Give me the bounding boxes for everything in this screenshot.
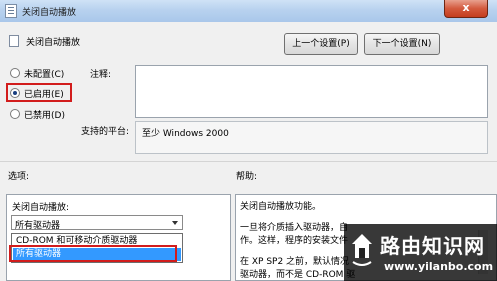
help-line: 在 XP SP2 之前，默认情况	[240, 257, 350, 267]
help-line: 驱动器，而不是 CD-ROM 驱	[240, 270, 356, 280]
radio-circle[interactable]	[10, 109, 20, 119]
chevron-down-icon[interactable]	[172, 221, 178, 225]
autoplay-field-label: 关闭自动播放:	[12, 203, 70, 213]
help-line: 关闭自动播放功能。	[240, 202, 322, 212]
dropdown-highlight-box	[9, 245, 177, 262]
watermark-title: 路由知识网	[380, 234, 485, 258]
options-pane: 关闭自动播放: 所有驱动器 CD-ROM 和可移动介质驱动器 所有驱动器	[6, 194, 231, 281]
platform-label: 支持的平台:	[81, 127, 130, 137]
setting-name: 关闭自动播放	[26, 38, 81, 48]
help-line: 作。这样，程序的安装文件	[240, 236, 349, 246]
options-section-label: 选项:	[8, 172, 30, 182]
app-icon	[5, 4, 17, 18]
title-bar: 关闭自动播放 x	[0, 0, 497, 22]
next-setting-button[interactable]: 下一个设置(N)	[364, 33, 440, 55]
close-button[interactable]: x	[444, 0, 488, 18]
enabled-highlight-box	[6, 83, 72, 102]
help-section-label: 帮助:	[236, 172, 258, 182]
watermark-url: www.yilanbo.com	[384, 260, 494, 273]
radio-not-configured[interactable]: 未配置(C)	[10, 66, 64, 80]
platform-field: 至少 Windows 2000	[135, 121, 488, 154]
setting-doc-icon	[9, 35, 19, 47]
help-line: 一旦将介质插入驱动器，自	[240, 223, 349, 233]
close-icon: x	[462, 1, 470, 14]
comment-field[interactable]	[135, 65, 488, 118]
section-divider	[0, 161, 497, 162]
platform-value: 至少 Windows 2000	[142, 129, 229, 139]
radio-label: 未配置(C)	[24, 69, 65, 80]
watermark: 路由知识网 www.yilanbo.com	[344, 224, 497, 281]
previous-setting-button[interactable]: 上一个设置(P)	[284, 33, 358, 55]
window-title: 关闭自动播放	[22, 8, 77, 18]
house-logo-icon	[352, 234, 372, 266]
radio-disabled[interactable]: 已禁用(D)	[10, 107, 65, 121]
autoplay-drive-select[interactable]: 所有驱动器	[11, 215, 183, 231]
select-value: 所有驱动器	[15, 221, 61, 231]
radio-label: 已禁用(D)	[24, 110, 65, 121]
radio-circle[interactable]	[10, 68, 20, 78]
comment-label: 注释:	[90, 70, 112, 80]
